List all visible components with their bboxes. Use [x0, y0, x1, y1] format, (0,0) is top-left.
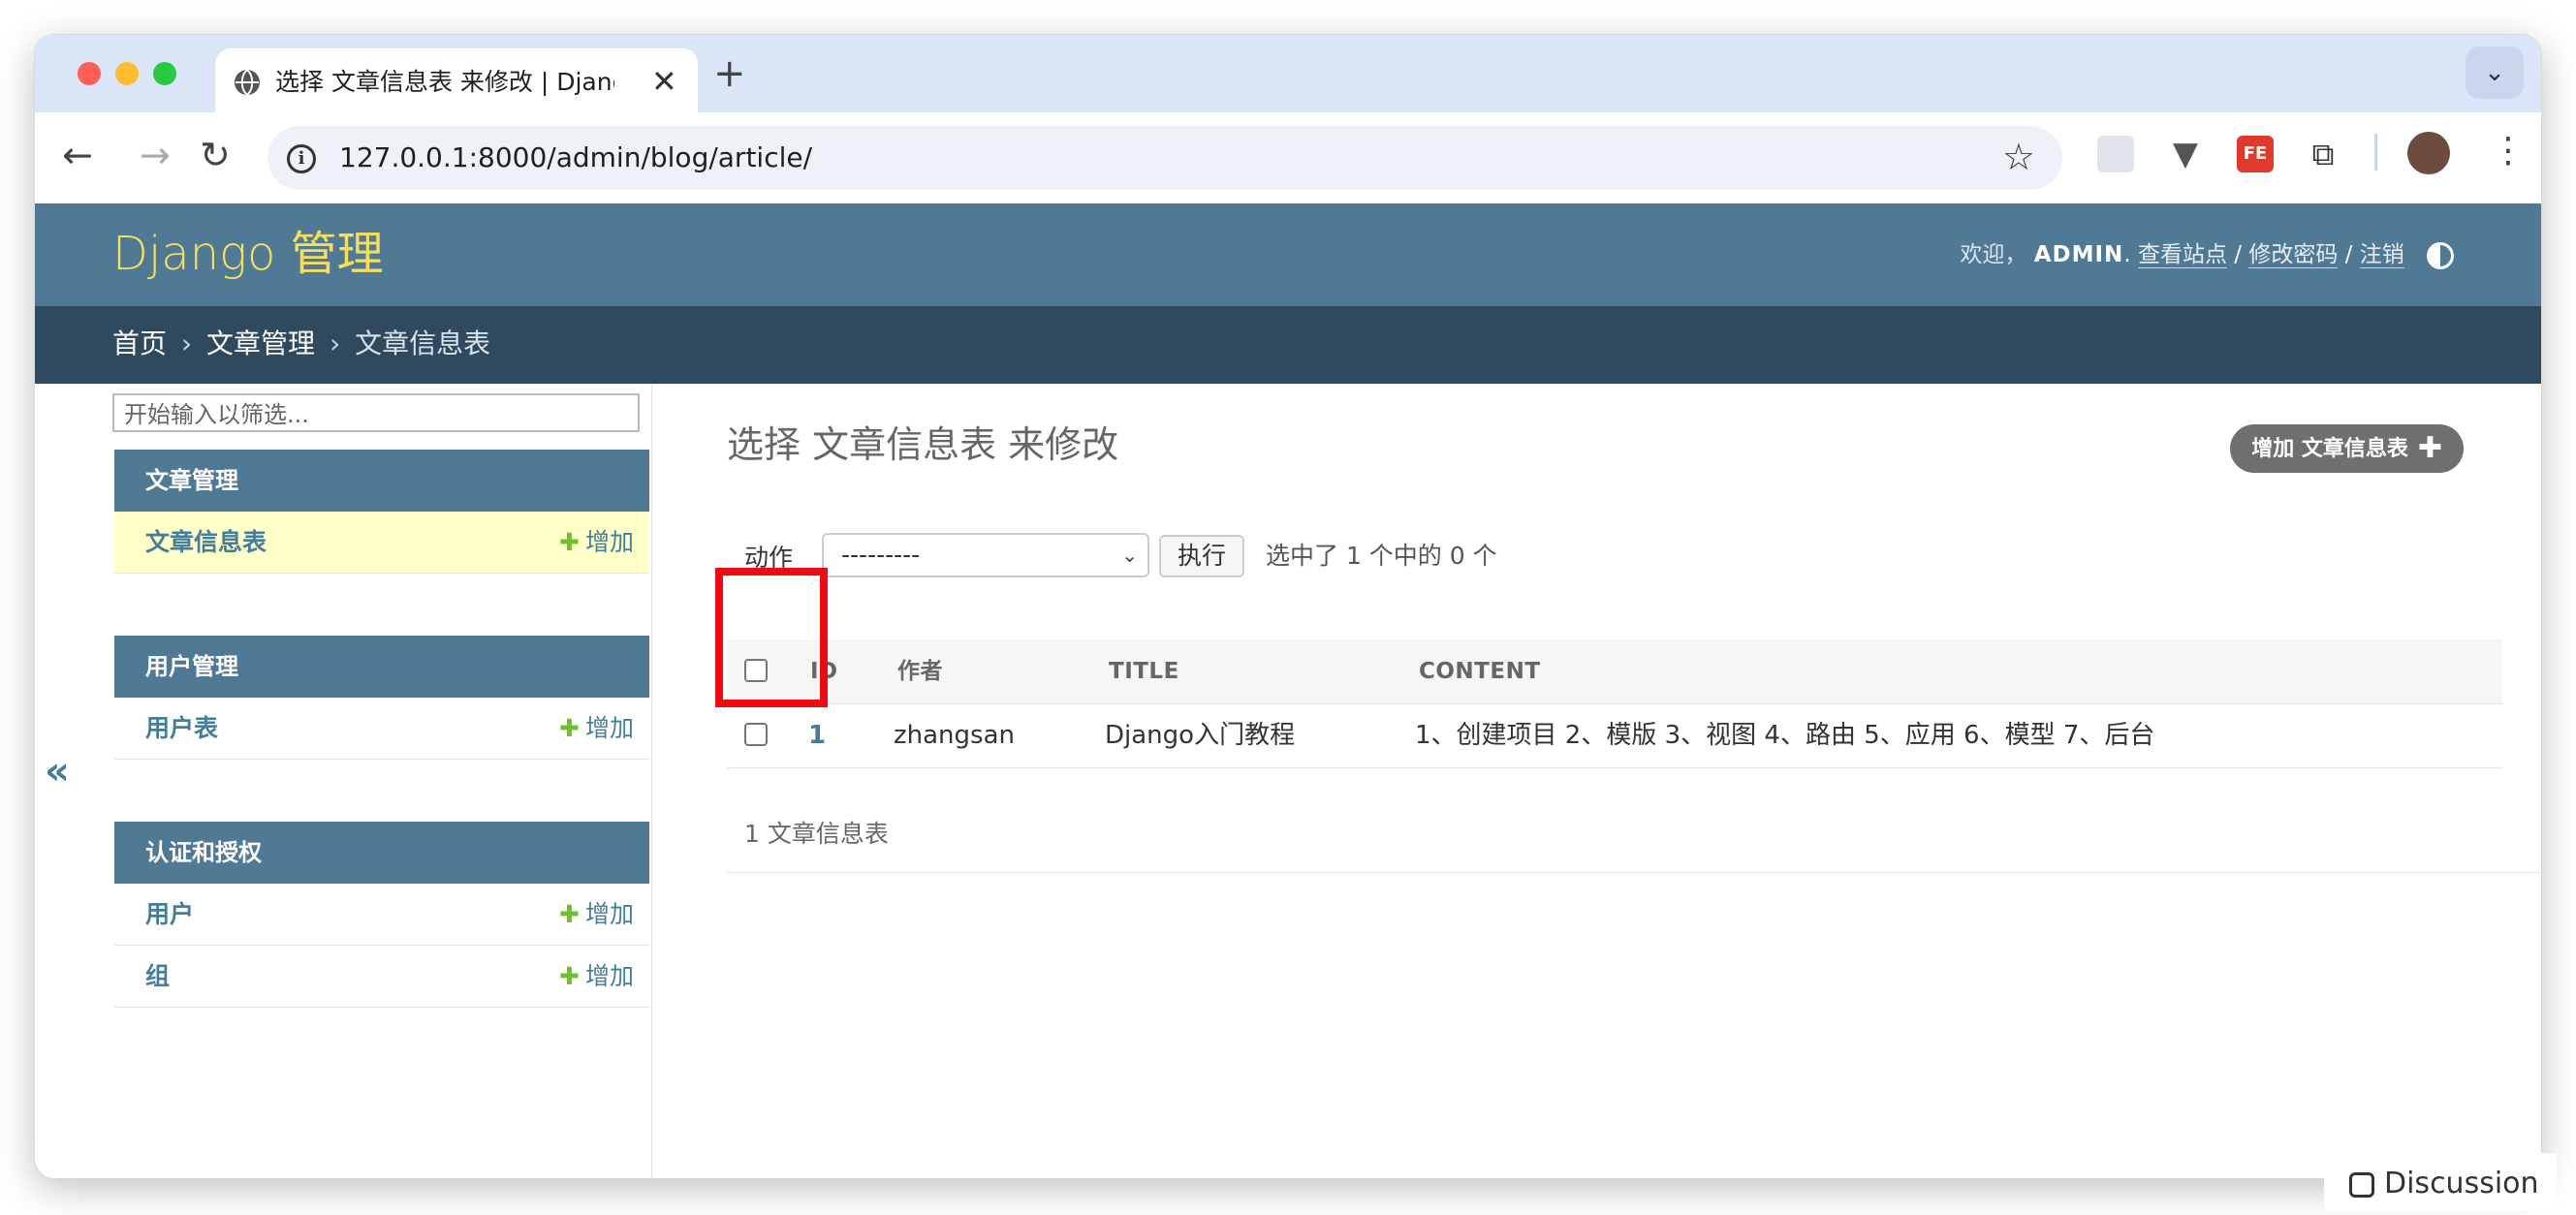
toggle-sidebar-button[interactable]: « [45, 752, 70, 791]
browser-menu-kebab-icon[interactable]: ⋮ [2491, 130, 2526, 172]
site-info-icon[interactable]: i [287, 144, 316, 173]
column-header-content[interactable]: CONTENT [1419, 657, 1541, 686]
module-header-auth[interactable]: 认证和授权 [114, 822, 649, 884]
site-branding[interactable]: Django 管理 [112, 227, 384, 281]
browser-tab[interactable]: 选择 文章信息表 来修改 | Django ✕ [215, 48, 698, 112]
breadcrumb-separator: › [329, 327, 341, 359]
discussion-badge[interactable]: Discussion [2324, 1153, 2557, 1211]
profile-avatar[interactable] [2407, 132, 2450, 174]
react-devtools-extension-icon[interactable] [2097, 136, 2134, 172]
add-article-button[interactable]: 增加 文章信息表 ✚ [2230, 424, 2464, 473]
row-title: Django入门教程 [1105, 721, 1296, 750]
tab-title: 选择 文章信息表 来修改 | Django [275, 68, 614, 96]
address-bar[interactable]: i 127.0.0.1:8000/admin/blog/article/ ☆ [267, 126, 2062, 190]
actions-bar: 动作 --------- ⌄ 执行 选中了 1 个中的 0 个 [727, 533, 2541, 581]
forward-arrow-icon[interactable]: → [140, 134, 171, 176]
id-column-highlight-annotation [715, 568, 828, 707]
module-header-articles[interactable]: 文章管理 [114, 450, 649, 512]
model-link[interactable]: 用户表 [145, 713, 218, 744]
page-title: 选择 文章信息表 来修改 [727, 423, 1119, 466]
nav-sidebar: 开始输入以筛选... 文章管理 文章信息表 ✚ 增加 用户管理 用户表 ✚ 增加 认… [78, 384, 652, 1178]
model-link[interactable]: 用户 [145, 899, 194, 930]
sidebar-item-auth-users: 用户 ✚ 增加 [114, 884, 649, 946]
breadcrumb-home[interactable]: 首页 [112, 327, 167, 359]
add-model-link[interactable]: ✚ 增加 [559, 527, 634, 558]
add-model-link[interactable]: ✚ 增加 [559, 961, 634, 992]
plus-icon: ✚ [559, 528, 580, 556]
welcome-text: 欢迎， [1960, 242, 2027, 267]
run-action-button[interactable]: 执行 [1159, 535, 1244, 577]
row-select-checkbox[interactable] [744, 723, 768, 746]
breadcrumb-app[interactable]: 文章管理 [206, 327, 315, 359]
nav-filter-input[interactable]: 开始输入以筛选... [112, 393, 640, 432]
minimize-window-button[interactable] [115, 62, 139, 85]
admin-header: Django 管理 欢迎， ADMIN. 查看站点 / 修改密码 / 注销 [35, 203, 2541, 306]
module-header-users[interactable]: 用户管理 [114, 636, 649, 698]
add-model-link[interactable]: ✚ 增加 [559, 713, 634, 744]
changelist-main: 选择 文章信息表 来修改 增加 文章信息表 ✚ 动作 --------- ⌄ 执行… [692, 384, 2541, 1178]
row-author: zhangsan [894, 721, 1015, 750]
plus-icon: ✚ [559, 714, 580, 742]
new-tab-button[interactable]: + [713, 52, 746, 95]
username: ADMIN [2033, 242, 2124, 267]
sidebar-item-user-table: 用户表 ✚ 增加 [114, 698, 649, 760]
breadcrumb-current: 文章信息表 [355, 327, 491, 359]
model-link[interactable]: 文章信息表 [145, 527, 267, 558]
change-password-link[interactable]: 修改密码 [2248, 242, 2339, 268]
action-select[interactable]: --------- ⌄ [822, 533, 1149, 577]
sidebar-item-auth-groups: 组 ✚ 增加 [114, 946, 649, 1008]
globe-icon [235, 69, 260, 96]
paginator: 1 文章信息表 [727, 791, 2539, 873]
back-arrow-icon[interactable]: ← [62, 134, 93, 176]
usertools-separator: / [2344, 242, 2353, 267]
view-site-link[interactable]: 查看站点 [2137, 242, 2227, 268]
table-header: ID 作者 TITLE CONTENT [727, 639, 2502, 704]
bookmark-star-icon[interactable]: ☆ [2002, 136, 2035, 178]
maximize-window-button[interactable] [153, 62, 176, 85]
theme-toggle-icon[interactable] [2427, 241, 2454, 269]
browser-window: 选择 文章信息表 来修改 | Django ✕ + ⌄ ← → ↻ i 127.… [35, 35, 2541, 1178]
fe-helper-extension-icon[interactable]: FE [2237, 136, 2274, 172]
plus-icon: ✚ [559, 962, 580, 990]
column-header-title[interactable]: TITLE [1109, 657, 1179, 686]
tab-close-icon[interactable]: ✕ [651, 64, 677, 99]
usertools-separator: / [2234, 242, 2242, 267]
url-text[interactable]: 127.0.0.1:8000/admin/blog/article/ [339, 141, 812, 174]
close-window-button[interactable] [78, 62, 101, 85]
model-link[interactable]: 组 [145, 961, 170, 992]
chevron-down-icon: ⌄ [1121, 544, 1138, 567]
tab-search-chevron-icon[interactable]: ⌄ [2466, 47, 2524, 99]
result-count: 1 文章信息表 [744, 820, 889, 848]
browser-toolbar: ← → ↻ i 127.0.0.1:8000/admin/blog/articl… [35, 112, 2541, 202]
column-header-author[interactable]: 作者 [897, 657, 943, 686]
breadcrumb: 首页 › 文章管理 › 文章信息表 [35, 306, 2541, 384]
tab-strip: 选择 文章信息表 来修改 | Django ✕ + ⌄ [35, 35, 2541, 112]
content-area: « 开始输入以筛选... 文章管理 文章信息表 ✚ 增加 用户管理 用户表 ✚ 增加… [35, 384, 2541, 1178]
table-row: 1 zhangsan Django入门教程 1、创建项目 2、模版 3、视图 4… [727, 703, 2502, 768]
plus-icon: ✚ [2417, 431, 2442, 465]
breadcrumb-separator: › [180, 327, 193, 359]
comment-icon [2349, 1171, 2374, 1198]
toolbar-divider [2374, 134, 2377, 171]
selection-counter: 选中了 1 个中的 0 个 [1266, 542, 1497, 570]
row-content: 1、创建项目 2、模版 3、视图 4、路由 5、应用 6、模型 7、后台 [1415, 721, 2155, 750]
logout-link[interactable]: 注销 [2359, 242, 2404, 268]
plus-icon: ✚ [559, 900, 580, 928]
reload-icon[interactable]: ↻ [200, 134, 231, 176]
user-tools: 欢迎， ADMIN. 查看站点 / 修改密码 / 注销 [1960, 240, 2454, 269]
add-model-link[interactable]: ✚ 增加 [559, 899, 634, 930]
row-id-link[interactable]: 1 [808, 719, 826, 752]
extensions-puzzle-icon[interactable]: ⧉ [2305, 136, 2341, 172]
sidebar-item-article-table: 文章信息表 ✚ 增加 [114, 512, 649, 574]
vue-devtools-extension-icon[interactable]: ▼ [2167, 136, 2204, 172]
